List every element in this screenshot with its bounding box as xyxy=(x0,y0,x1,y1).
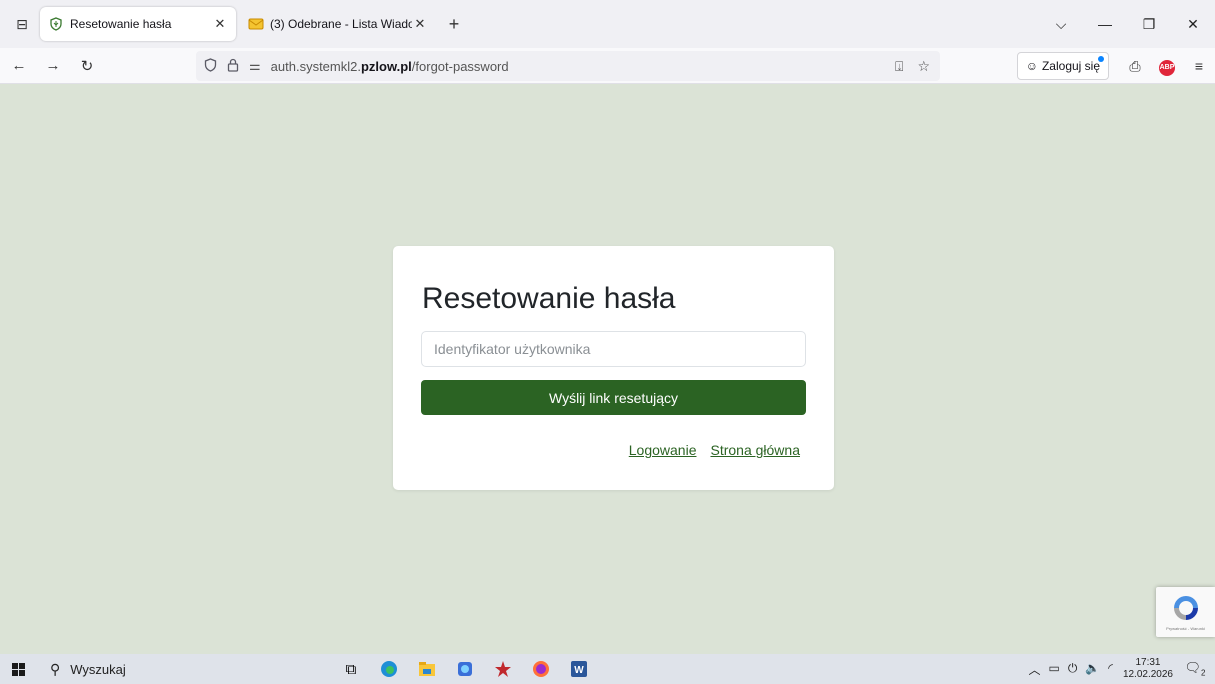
forward-icon[interactable]: → xyxy=(38,51,68,81)
login-link[interactable]: Logowanie xyxy=(629,442,697,458)
tab-strip: ⊟ Resetowanie hasła ✕ (3) Odebrane - Lis… xyxy=(0,0,1215,48)
clock[interactable]: 17:31 12.02.2026 xyxy=(1123,657,1173,681)
back-icon[interactable]: ← xyxy=(4,51,34,81)
close-tab-icon[interactable]: ✕ xyxy=(212,16,228,32)
power-icon[interactable]: ⏻ xyxy=(1068,661,1078,678)
window-controls: ⌵ — ❐ ✕ xyxy=(1039,0,1215,48)
home-link[interactable]: Strona główna xyxy=(710,442,800,458)
mail-icon xyxy=(248,16,264,32)
account-icon: ☺ xyxy=(1025,59,1038,73)
tab-reset-password[interactable]: Resetowanie hasła ✕ xyxy=(40,7,236,41)
notification-dot xyxy=(1098,56,1104,62)
show-hidden-icons-icon[interactable]: ︿ xyxy=(1028,661,1040,678)
file-explorer-icon[interactable] xyxy=(413,654,441,684)
reload-icon[interactable]: ↻ xyxy=(72,51,102,81)
app-icon[interactable] xyxy=(451,654,479,684)
minimize-icon[interactable]: — xyxy=(1083,16,1127,32)
recaptcha-badge[interactable]: Prywatność - Warunki xyxy=(1156,587,1215,637)
footer-links: Logowanie Strona główna xyxy=(629,442,800,458)
url-text: auth.systemkl2.pzlow.pl/forgot-password xyxy=(270,58,509,74)
recaptcha-icon xyxy=(1174,596,1198,620)
menu-icon[interactable]: ≡ xyxy=(1183,58,1215,74)
close-window-icon[interactable]: ✕ xyxy=(1171,16,1215,33)
permissions-icon[interactable]: ⚌ xyxy=(249,58,261,74)
tab-inbox[interactable]: (3) Odebrane - Lista Wiadomości ✕ xyxy=(240,7,436,41)
svg-text:W: W xyxy=(574,665,584,676)
wifi-icon[interactable]: ◜ xyxy=(1108,661,1113,678)
restore-icon[interactable]: ❐ xyxy=(1127,16,1171,33)
tab-title: Resetowanie hasła xyxy=(70,17,172,31)
word-icon[interactable]: W xyxy=(565,654,593,684)
list-all-tabs-icon[interactable]: ⌵ xyxy=(1039,16,1083,33)
tab-title: (3) Odebrane - Lista Wiadomości xyxy=(270,17,412,31)
adblock-plus-icon[interactable]: ABP xyxy=(1151,56,1183,76)
shield-leaf-icon xyxy=(48,16,64,32)
user-identifier-input[interactable] xyxy=(421,331,806,367)
windows-taskbar: ⚲ Wyszukaj ⧉ W ︿ ▭ ⏻ 🔈 ◜ 17:31 12.02.202… xyxy=(0,654,1215,684)
task-view-icon[interactable]: ⧉ xyxy=(337,654,365,684)
send-reset-link-button[interactable]: Wyślij link resetujący xyxy=(421,380,806,415)
taskbar-search[interactable]: ⚲ Wyszukaj xyxy=(36,654,306,684)
windows-logo-icon xyxy=(11,662,25,676)
download-icon[interactable]: ⍗ xyxy=(895,58,903,75)
network-icon[interactable]: ▭ xyxy=(1048,661,1059,678)
edge-icon[interactable] xyxy=(375,654,403,684)
page-title: Resetowanie hasła xyxy=(422,282,676,315)
search-icon: ⚲ xyxy=(50,660,61,677)
system-tray: ︿ ▭ ⏻ 🔈 ◜ 17:31 12.02.2026 🗨2 xyxy=(1028,654,1215,684)
url-bar[interactable]: ⚌ auth.systemkl2.pzlow.pl/forgot-passwor… xyxy=(196,51,940,81)
account-login-button[interactable]: ☺ Zaloguj się xyxy=(1016,52,1109,80)
notifications-icon[interactable]: 🗨2 xyxy=(1183,660,1207,678)
volume-icon[interactable]: 🔈 xyxy=(1085,661,1100,678)
reset-password-card: Resetowanie hasła Wyślij link resetujący… xyxy=(393,246,834,490)
tracking-shield-icon[interactable] xyxy=(204,57,217,75)
close-tab-icon[interactable]: ✕ xyxy=(412,16,428,32)
firefox-icon[interactable] xyxy=(527,654,555,684)
taskbar-apps: ⧉ W xyxy=(337,654,593,684)
recaptcha-text: Prywatność - Warunki xyxy=(1166,626,1205,631)
navigation-bar: ← → ↻ ⚌ auth.systemkl2.pzlow.pl/forgot-p… xyxy=(0,48,1215,84)
extensions-icon[interactable]: ⎙ xyxy=(1119,58,1151,75)
start-button[interactable] xyxy=(0,654,36,684)
new-tab-icon[interactable]: + xyxy=(440,10,468,38)
app-icon-red[interactable] xyxy=(489,654,517,684)
lock-icon[interactable] xyxy=(227,58,239,75)
tab-list-icon[interactable]: ⊟ xyxy=(4,6,40,42)
bookmark-star-icon[interactable]: ☆ xyxy=(917,58,930,75)
